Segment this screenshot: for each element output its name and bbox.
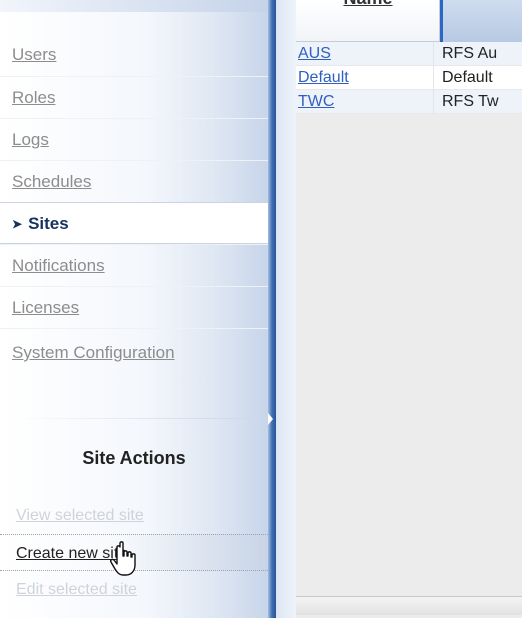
- splitter-collapse-icon[interactable]: [268, 413, 273, 425]
- sidebar-item-label: Schedules: [12, 172, 92, 191]
- sidebar-item-notifications[interactable]: Notifications: [0, 244, 268, 286]
- sidebar: Users Roles Logs Schedules ➤ Sites Notifi…: [0, 0, 268, 618]
- content-margin: [276, 0, 296, 618]
- site-name-cell: RFS Au: [442, 45, 498, 62]
- sidebar-item-label: Notifications: [12, 256, 105, 275]
- create-new-site-link[interactable]: Create new site: [0, 534, 268, 576]
- sidebar-item-label: Users: [12, 45, 57, 64]
- site-name-cell: Default: [442, 69, 493, 86]
- column-header-selected[interactable]: [440, 0, 522, 42]
- table-row[interactable]: TWC RFS Tw: [296, 90, 522, 114]
- site-name-cell: RFS Tw: [442, 93, 499, 110]
- column-header-label: Name: [296, 0, 440, 9]
- table-row[interactable]: Default Default: [296, 66, 522, 90]
- sidebar-item-label: Licenses: [12, 298, 80, 317]
- sidebar-item-schedules[interactable]: Schedules: [0, 160, 268, 202]
- panel-splitter[interactable]: [268, 0, 276, 618]
- site-admin-window: Users Roles Logs Schedules ➤ Sites Notifi…: [0, 0, 522, 618]
- sidebar-item-users[interactable]: Users: [0, 34, 268, 76]
- sidebar-top-strip: [0, 0, 268, 12]
- sidebar-item-label: Logs: [12, 130, 49, 149]
- grid-rows: AUS RFS Au Default Default TWC RFS Tw: [296, 42, 522, 114]
- sidebar-item-label: Roles: [12, 88, 56, 107]
- site-id-link[interactable]: Default: [296, 66, 434, 89]
- sidebar-nav: Users Roles Logs Schedules ➤ Sites Notifi…: [0, 34, 268, 376]
- sidebar-item-label: Sites: [28, 214, 69, 233]
- horizontal-scrollbar[interactable]: [296, 596, 522, 615]
- sites-grid: Name AUS RFS Au Default Default TWC RFS …: [296, 0, 522, 618]
- site-actions-title: Site Actions: [82, 448, 186, 468]
- column-header-name[interactable]: Name: [296, 0, 440, 42]
- arrow-right-icon: ➤: [12, 217, 23, 231]
- site-id-link[interactable]: TWC: [296, 90, 434, 113]
- table-row[interactable]: AUS RFS Au: [296, 42, 522, 66]
- sidebar-divider: [12, 418, 262, 419]
- site-id-link[interactable]: AUS: [296, 42, 434, 65]
- view-selected-site-link: View selected site: [16, 507, 144, 524]
- sidebar-item-logs[interactable]: Logs: [0, 118, 268, 160]
- hand-pointer-cursor-icon: [110, 541, 136, 576]
- site-actions-list: View selected site Create new site Edit …: [0, 497, 268, 608]
- sidebar-item-roles[interactable]: Roles: [0, 76, 268, 118]
- sidebar-item-sites[interactable]: ➤ Sites: [0, 202, 268, 244]
- sidebar-item-licenses[interactable]: Licenses: [0, 286, 268, 328]
- sidebar-item-system-configuration[interactable]: System Configuration: [0, 328, 268, 376]
- sidebar-item-label: System Configuration: [12, 343, 175, 362]
